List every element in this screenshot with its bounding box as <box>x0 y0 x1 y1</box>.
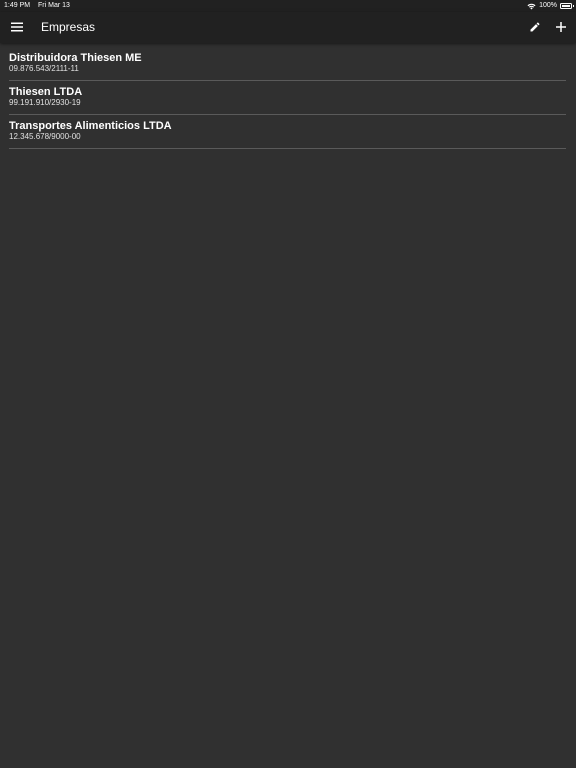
plus-icon <box>556 22 566 32</box>
company-list: Distribuidora Thiesen ME 09.876.543/2111… <box>9 47 566 149</box>
battery-percent: 100% <box>539 2 557 9</box>
company-cnpj: 12.345.678/9000-00 <box>9 132 81 141</box>
status-date: Fri Mar 13 <box>38 2 70 9</box>
status-time: 1:49 PM <box>4 2 31 9</box>
company-cnpj: 09.876.543/2111-11 <box>9 64 79 73</box>
status-bar: 1:49 PM Fri Mar 13 100% <box>0 0 576 12</box>
pencil-icon <box>530 22 540 32</box>
hamburger-menu-icon <box>11 22 23 32</box>
menu-button[interactable] <box>8 18 26 36</box>
list-item-company[interactable]: Thiesen LTDA 99.191.910/2930-19 <box>9 81 566 115</box>
status-left: 1:49 PM Fri Mar 13 <box>4 0 76 12</box>
wifi-icon <box>527 3 536 9</box>
company-name: Distribuidora Thiesen ME <box>9 52 142 64</box>
battery-icon <box>560 3 574 9</box>
add-button[interactable] <box>552 18 570 36</box>
list-item-company[interactable]: Distribuidora Thiesen ME 09.876.543/2111… <box>9 47 566 81</box>
page-title: Empresas <box>41 20 96 34</box>
app-toolbar: Empresas <box>0 12 576 43</box>
company-name: Transportes Alimenticios LTDA <box>9 120 172 132</box>
list-item-company[interactable]: Transportes Alimenticios LTDA 12.345.678… <box>9 115 566 149</box>
status-right: 100% <box>527 0 574 12</box>
edit-button[interactable] <box>526 18 544 36</box>
company-name: Thiesen LTDA <box>9 86 83 98</box>
company-cnpj: 99.191.910/2930-19 <box>9 98 81 107</box>
